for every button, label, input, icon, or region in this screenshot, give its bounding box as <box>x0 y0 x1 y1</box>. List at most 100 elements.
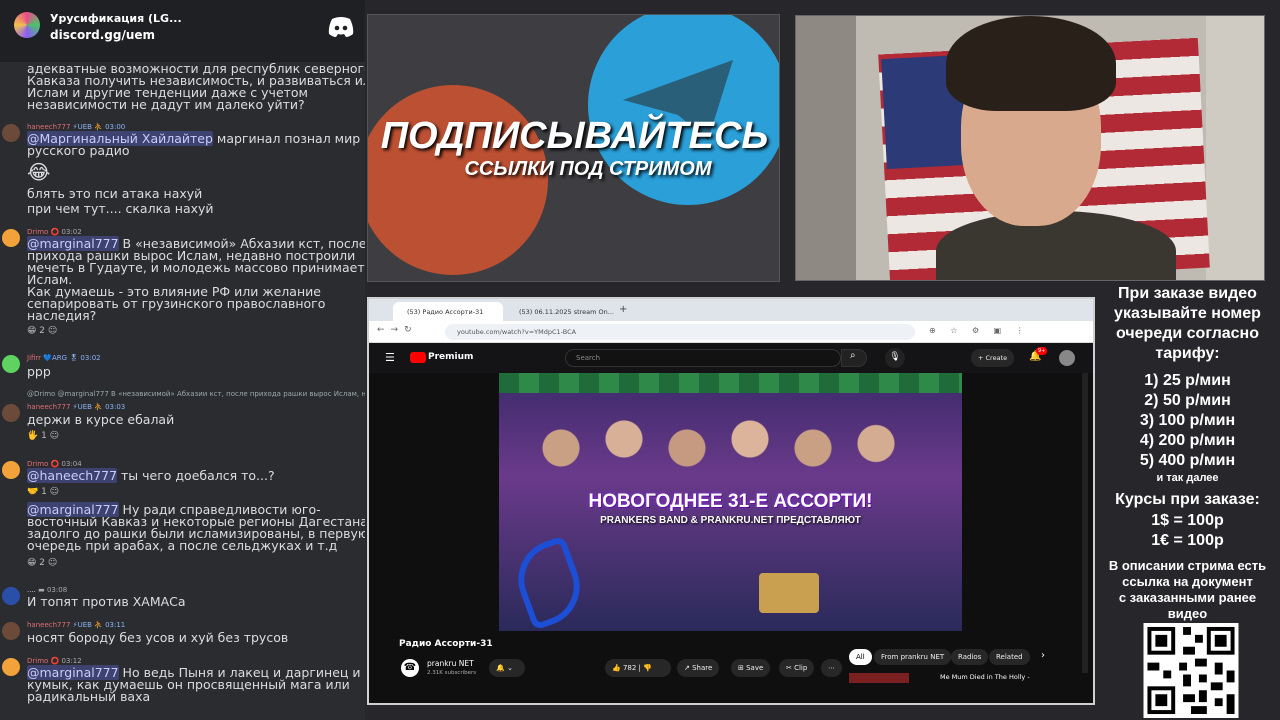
price-line: 4) 200 р/мин <box>1139 432 1236 449</box>
message-meta: ⚡UEB ⛹ 03:00 <box>72 123 126 131</box>
rec-thumbnail[interactable] <box>849 673 909 683</box>
server-icon <box>14 12 40 38</box>
avatar <box>2 587 20 605</box>
candles <box>759 573 819 613</box>
video-title: Радио Ассорти-31 <box>399 639 493 649</box>
search-input[interactable]: Search <box>565 349 841 367</box>
youtube-logo-icon[interactable] <box>410 352 426 363</box>
message-text: восточный Кавказ и некоторые регионы Даг… <box>27 514 365 553</box>
username[interactable]: Jifirr <box>27 354 41 362</box>
reactions[interactable]: 😁 2 ☺ <box>27 558 57 568</box>
tab-radio[interactable]: (53) Радио Ассорти-31 <box>393 302 503 321</box>
message-text: при чем тут.... скалка нахуй <box>27 201 214 216</box>
video-player[interactable]: НОВОГОДНЕЕ 31-Е АССОРТИ! PRANKERS BAND &… <box>499 373 962 631</box>
laugh-emoji: 😂 <box>27 160 51 184</box>
mic-icon[interactable]: 🎙 <box>885 348 905 368</box>
search-icon: ⌕ <box>850 350 856 361</box>
chip-radios[interactable]: Radios <box>951 649 989 665</box>
qr-code-icon[interactable] <box>1143 623 1239 718</box>
username[interactable]: haneech777 <box>27 403 70 411</box>
info-line: ссылка на документ <box>1122 574 1253 589</box>
info-line: При заказе видео <box>1118 285 1257 302</box>
share-button[interactable]: ↗ Share <box>677 659 720 677</box>
avatar <box>2 124 20 142</box>
notification-badge: 9+ <box>1036 347 1048 355</box>
subscribe-banner: ПОДПИСЫВАЙТЕСЬ ССЫЛКИ ПОД СТРИМОМ <box>367 14 780 282</box>
message-meta: ⚡UEB ⛹ 03:11 <box>72 621 126 629</box>
username[interactable]: haneech777 <box>27 123 70 131</box>
avatar <box>2 355 20 373</box>
chip-from-channel[interactable]: From prankru NET <box>874 649 952 665</box>
reactions[interactable]: 😁 2 ☺ <box>27 326 57 336</box>
tab-stream[interactable]: (53) 06.11.2025 stream On... <box>505 302 615 321</box>
chip-all[interactable]: All <box>849 649 872 665</box>
person-hair <box>946 16 1116 111</box>
message-text: держи в курсе ебалай <box>27 412 175 427</box>
username[interactable]: .... <box>27 586 36 594</box>
clip-button[interactable]: ✂ Clip <box>779 659 815 677</box>
subscribe-bell-button[interactable]: 🔔 ⌄ <box>489 659 525 677</box>
chevron-right-icon[interactable]: › <box>1041 650 1045 661</box>
youtube-header: ☰ Premium Search ⌕ 🎙 + Create 🔔 9+ <box>369 343 1093 373</box>
username[interactable]: Drimo <box>27 228 48 236</box>
nav-arrows-icon[interactable]: ←→↻ <box>377 325 418 335</box>
message-meta: ⚡UEB ⛹ 03:03 <box>72 403 126 411</box>
reactions[interactable]: 🤝 1 ☺ <box>27 487 59 497</box>
price-info-panel: При заказе видео указывайте номер очеред… <box>1095 282 1280 720</box>
username[interactable]: haneech777 <box>27 621 70 629</box>
message-meta: ⭕ 03:12 <box>50 657 82 665</box>
message-text: И топят против ХАМАСа <box>27 594 186 609</box>
username[interactable]: Drimo <box>27 657 48 665</box>
new-tab-icon[interactable]: + <box>619 304 627 315</box>
price-line: 1) 25 р/мин <box>1144 372 1231 389</box>
avatar <box>2 229 20 247</box>
avatar <box>2 404 20 422</box>
price-line: 3) 100 р/мин <box>1139 412 1236 429</box>
more-button[interactable]: ⋯ <box>821 659 842 677</box>
message-text: русского радио <box>27 143 130 158</box>
message-meta: ▬ 03:08 <box>38 586 68 594</box>
url-input[interactable]: youtube.com/watch?v=YMdpC1-BCA <box>445 324 915 340</box>
toolbar-icons[interactable]: ⊕ ☆ ⚙ ▣ ⋮ <box>929 326 1030 335</box>
message-text: носят бороду без усов и хуй без трусов <box>27 630 289 645</box>
reply-preview[interactable]: @Drimo @marginal777 В «независимой» Абха… <box>27 390 365 398</box>
avatar <box>2 622 20 640</box>
like-button[interactable]: 👍 782 | 👎 <box>605 659 671 677</box>
save-button[interactable]: ⊞ Save <box>731 659 771 677</box>
info-line: тарифу: <box>1155 345 1220 362</box>
recommended-title[interactable]: Me Mum Died in The Holly - <box>940 673 1030 681</box>
create-button[interactable]: + Create <box>971 349 1015 367</box>
banner-subtitle: ССЫЛКИ ПОД СТРИМОМ <box>464 158 712 180</box>
banner-title: ПОДПИСЫВАЙТЕСЬ <box>380 115 769 157</box>
phone-icon <box>507 535 591 631</box>
message-text: адекватные возможности для республик сев… <box>27 61 365 112</box>
chat-panel: Урусификация (LG... discord.gg/uem адекв… <box>0 0 365 720</box>
rates-title: Курсы при заказе: <box>1115 491 1260 508</box>
server-invite[interactable]: discord.gg/uem <box>50 28 155 42</box>
browser-window: (53) Радио Ассорти-31 (53) 06.11.2025 st… <box>367 297 1095 705</box>
message-text: ррр <box>27 364 51 379</box>
discord-icon <box>328 17 354 37</box>
brand-label: Premium <box>428 352 474 362</box>
tab-strip: (53) Радио Ассорти-31 (53) 06.11.2025 st… <box>369 299 1093 321</box>
avatar[interactable] <box>1059 350 1075 366</box>
info-line: В описании стрима есть <box>1108 558 1267 573</box>
username[interactable]: Drimo <box>27 460 48 468</box>
chip-related[interactable]: Related <box>989 649 1030 665</box>
message-text: прихода рашки вырос Ислам, недавно постр… <box>27 248 365 323</box>
address-bar: ←→↻ youtube.com/watch?v=YMdpC1-BCA ⊕ ☆ ⚙… <box>369 321 1093 343</box>
channel-name[interactable]: prankru NET <box>427 659 474 668</box>
channel-avatar[interactable]: ☎ <box>401 659 419 677</box>
youtube-page: ☰ Premium Search ⌕ 🎙 + Create 🔔 9+ НОВОГ… <box>369 343 1093 703</box>
rate-line: 1€ = 100р <box>1151 532 1224 549</box>
mention[interactable]: @haneech777 <box>27 468 118 483</box>
scrollbar[interactable] <box>1082 373 1088 673</box>
info-line: и так далее <box>1156 472 1219 484</box>
webcam-feed <box>795 15 1265 281</box>
garland <box>499 373 962 393</box>
discord-header[interactable]: Урусификация (LG... discord.gg/uem <box>0 0 365 62</box>
thumbnail-title: НОВОГОДНЕЕ 31-Е АССОРТИ! <box>588 491 873 512</box>
reactions[interactable]: 🖐 1 ☺ <box>27 431 59 441</box>
subscriber-count: 2.31K subscribers <box>427 670 477 676</box>
menu-icon[interactable]: ☰ <box>385 351 395 364</box>
